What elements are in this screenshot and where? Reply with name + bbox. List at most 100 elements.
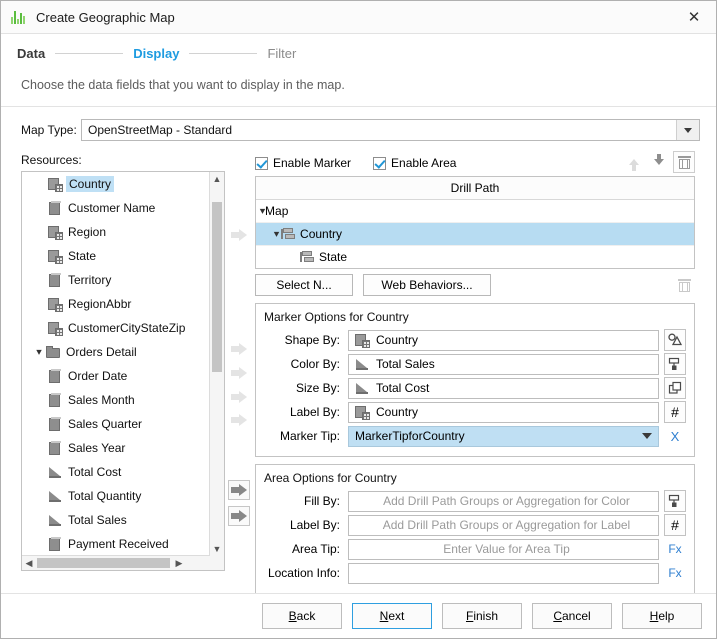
tree-item[interactable]: Region — [22, 220, 210, 244]
tree-item[interactable]: Customer Name — [22, 196, 210, 220]
color-by-field[interactable]: Total Sales — [348, 353, 659, 375]
hash-icon: # — [671, 517, 679, 533]
tree-vertical-scrollbar[interactable]: ▲ ▼ — [209, 172, 224, 556]
tree-item[interactable]: Country — [22, 172, 210, 196]
label-by-row: Label By: Country # — [264, 400, 686, 424]
tree-item[interactable]: Sales Year — [22, 436, 210, 460]
transfer-buttons-column — [225, 153, 255, 594]
size-by-field[interactable]: Total Cost — [348, 377, 659, 399]
tree-item[interactable]: Territory — [22, 268, 210, 292]
select-n-button[interactable]: Select N... — [255, 274, 353, 296]
area-tip-label: Area Tip: — [291, 542, 340, 556]
tree-item[interactable]: Total Sales — [22, 508, 210, 532]
tree-horizontal-scrollbar[interactable]: ◀ ▶ — [22, 555, 210, 570]
chevron-down-icon[interactable]: ▾ — [260, 206, 266, 217]
move-up-icon[interactable] — [623, 151, 645, 173]
map-type-select[interactable]: OpenStreetMap - Standard — [81, 119, 700, 141]
fill-by-field[interactable]: Add Drill Path Groups or Aggregation for… — [348, 490, 659, 512]
tree-item[interactable]: CustomerCityStateZip — [22, 316, 210, 340]
add-area-label-by-arrow[interactable] — [228, 506, 250, 526]
tree-item[interactable]: Sales Month — [22, 388, 210, 412]
field-icon — [48, 440, 63, 456]
bar-chart-icon — [10, 8, 28, 26]
tree-item-label: Sales Year — [68, 441, 126, 455]
tree-item[interactable]: Total Quantity — [22, 484, 210, 508]
drill-path-row-country[interactable]: ▾ Country — [256, 223, 694, 246]
clear-marker-tip-button[interactable]: X — [664, 425, 686, 447]
add-to-drill-path-arrow[interactable] — [228, 225, 250, 245]
marker-options-group: Marker Options for Country Shape By: Cou… — [255, 303, 695, 457]
enable-marker-checkbox[interactable] — [255, 156, 268, 170]
resources-label: Resources: — [21, 153, 82, 167]
area-label-by-placeholder: Add Drill Path Groups or Aggregation for… — [382, 518, 631, 532]
resources-tree[interactable]: Country Customer Name Region State Territory… — [21, 171, 225, 571]
location-info-field[interactable] — [348, 562, 659, 584]
drill-path-row-state[interactable]: State — [256, 246, 694, 268]
add-label-by-arrow[interactable] — [228, 410, 250, 430]
marker-tip-value: MarkerTipforCountry — [355, 429, 465, 443]
drill-path-row-map[interactable]: ▾ Map — [256, 200, 694, 223]
scroll-left-icon[interactable]: ◀ — [22, 556, 36, 570]
delete-icon[interactable] — [673, 151, 695, 173]
scroll-up-icon[interactable]: ▲ — [210, 172, 224, 186]
paint-roller-button[interactable] — [664, 353, 686, 375]
marker-tip-select[interactable]: MarkerTipforCountry — [348, 425, 659, 447]
scroll-down-icon[interactable]: ▼ — [210, 542, 224, 556]
web-behaviors-button[interactable]: Web Behaviors... — [363, 274, 491, 296]
move-down-icon[interactable] — [648, 151, 670, 173]
back-button[interactable]: Back — [262, 603, 342, 629]
shape-icon-button[interactable] — [664, 329, 686, 351]
tree-item[interactable]: Sales Quarter — [22, 412, 210, 436]
area-tip-formula-button[interactable]: Fx — [664, 538, 686, 560]
delete-drill-path-icon[interactable] — [673, 274, 695, 296]
location-info-formula-button[interactable]: Fx — [664, 562, 686, 584]
area-label-by-field[interactable]: Add Drill Path Groups or Aggregation for… — [348, 514, 659, 536]
paint-roller-icon — [668, 494, 682, 508]
area-hash-button[interactable]: # — [664, 514, 686, 536]
chevron-down-icon[interactable] — [642, 433, 652, 439]
add-fill-by-arrow[interactable] — [228, 480, 250, 500]
chevron-down-icon[interactable] — [676, 120, 699, 140]
tree-item-label: Total Quantity — [68, 489, 142, 503]
area-tip-field[interactable]: Enter Value for Area Tip — [348, 538, 659, 560]
tree-item[interactable]: RegionAbbr — [22, 292, 210, 316]
scroll-right-icon[interactable]: ▶ — [172, 556, 186, 570]
shape-by-field[interactable]: Country — [348, 329, 659, 351]
map-type-value: OpenStreetMap - Standard — [88, 123, 233, 137]
tree-item[interactable]: Order Date — [22, 364, 210, 388]
tree-item[interactable]: Payment Received — [22, 532, 210, 556]
resources-panel: Resources: Country Customer Name Region Sta… — [21, 153, 225, 594]
add-color-by-arrow[interactable] — [228, 363, 250, 383]
scroll-corner — [210, 556, 224, 570]
measure-icon — [48, 513, 63, 528]
finish-button[interactable]: Finish — [442, 603, 522, 629]
tree-item[interactable]: State — [22, 244, 210, 268]
tree-item[interactable]: Total Cost — [22, 460, 210, 484]
scroll-thumb[interactable] — [212, 202, 222, 372]
paint-roller-icon — [668, 357, 682, 371]
help-button[interactable]: Help — [622, 603, 702, 629]
area-tip-row: Area Tip: Enter Value for Area Tip Fx — [264, 537, 686, 561]
scroll-thumb-h[interactable] — [37, 558, 170, 568]
copy-button[interactable] — [664, 377, 686, 399]
measure-icon — [48, 489, 63, 504]
geo-field-icon — [48, 249, 63, 264]
step-data[interactable]: Data — [17, 46, 45, 61]
hash-button[interactable]: # — [664, 401, 686, 423]
tree-item[interactable]: ▾ Orders Detail — [22, 340, 210, 364]
map-type-row: Map Type: OpenStreetMap - Standard — [1, 107, 716, 141]
close-icon[interactable]: ✕ — [672, 1, 716, 32]
chevron-down-icon[interactable]: ▾ — [31, 347, 46, 358]
label-by-field[interactable]: Country — [348, 401, 659, 423]
add-size-by-arrow[interactable] — [228, 387, 250, 407]
group-icon — [279, 228, 296, 240]
wizard-steps: Data Display Filter — [1, 34, 716, 68]
cancel-button[interactable]: Cancel — [532, 603, 612, 629]
step-filter[interactable]: Filter — [267, 46, 296, 61]
enable-marker-label: Enable Marker — [273, 156, 352, 170]
area-paint-roller-button[interactable] — [664, 490, 686, 512]
add-shape-by-arrow[interactable] — [228, 339, 250, 359]
enable-area-checkbox[interactable] — [373, 156, 387, 170]
next-button[interactable]: Next — [352, 603, 432, 629]
step-display[interactable]: Display — [133, 46, 179, 61]
